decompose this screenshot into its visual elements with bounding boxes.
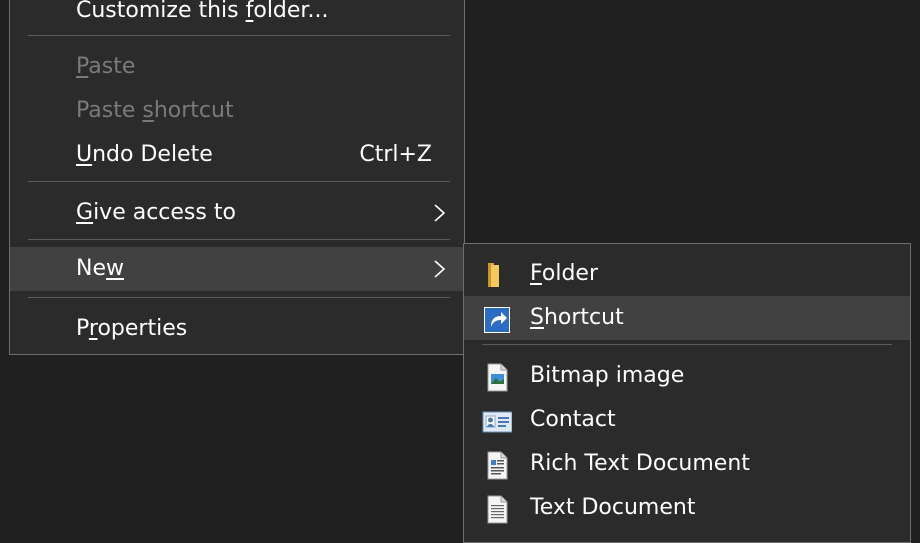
menu-item-label: Give access to — [76, 200, 236, 225]
menu-item-label: Contact — [530, 407, 616, 432]
bitmap-icon — [487, 363, 508, 392]
menu-item-label: Bitmap image — [530, 363, 685, 388]
menu-item-label: Paste — [76, 54, 136, 79]
menu-separator — [28, 181, 450, 182]
menu-item-label: Paste shortcut — [76, 98, 234, 123]
menu-item-label: Properties — [76, 316, 188, 341]
menu-item-label: New — [76, 256, 124, 281]
rich-text-document-icon — [487, 451, 508, 480]
menu-item-label: Folder — [530, 261, 598, 286]
menu-item-give-access-to[interactable]: Give access to — [10, 191, 464, 235]
menu-separator — [28, 239, 450, 240]
chevron-right-icon — [434, 260, 446, 278]
text-document-icon — [487, 495, 508, 524]
menu-item-customize-folder[interactable]: Customize this folder... — [10, 0, 464, 33]
submenu-item-text-document[interactable]: Text Document — [464, 486, 910, 530]
shortcut-icon — [484, 307, 510, 333]
menu-separator — [482, 344, 892, 345]
menu-item-label: Text Document — [530, 495, 696, 520]
context-menu: Customize this folder... Paste Paste sho… — [9, 0, 465, 355]
chevron-right-icon — [434, 204, 446, 222]
menu-item-paste-shortcut[interactable]: Paste shortcut — [10, 89, 464, 133]
submenu-item-rich-text-document[interactable]: Rich Text Document — [464, 442, 910, 486]
folder-icon — [488, 263, 499, 287]
contact-icon — [482, 411, 512, 433]
menu-item-label: Undo Delete — [76, 142, 213, 167]
menu-separator — [28, 35, 450, 36]
menu-item-paste[interactable]: Paste — [10, 45, 464, 89]
submenu-item-contact[interactable]: Contact — [464, 398, 910, 442]
submenu-item-shortcut[interactable]: Shortcut — [464, 296, 910, 340]
menu-item-label: Customize this folder... — [76, 0, 329, 23]
menu-item-label: Rich Text Document — [530, 451, 750, 476]
keyboard-shortcut-label: Ctrl+Z — [359, 142, 432, 167]
submenu-item-folder[interactable]: Folder — [464, 252, 910, 296]
menu-item-new[interactable]: New — [10, 247, 464, 291]
menu-item-undo-delete[interactable]: Undo Delete Ctrl+Z — [10, 133, 464, 177]
menu-item-properties[interactable]: Properties — [10, 307, 464, 351]
submenu-item-bitmap-image[interactable]: Bitmap image — [464, 354, 910, 398]
menu-item-label: Shortcut — [530, 305, 624, 330]
menu-separator — [28, 297, 450, 298]
new-submenu: Folder Shortcut Bitmap image Contact Ric… — [463, 243, 911, 543]
